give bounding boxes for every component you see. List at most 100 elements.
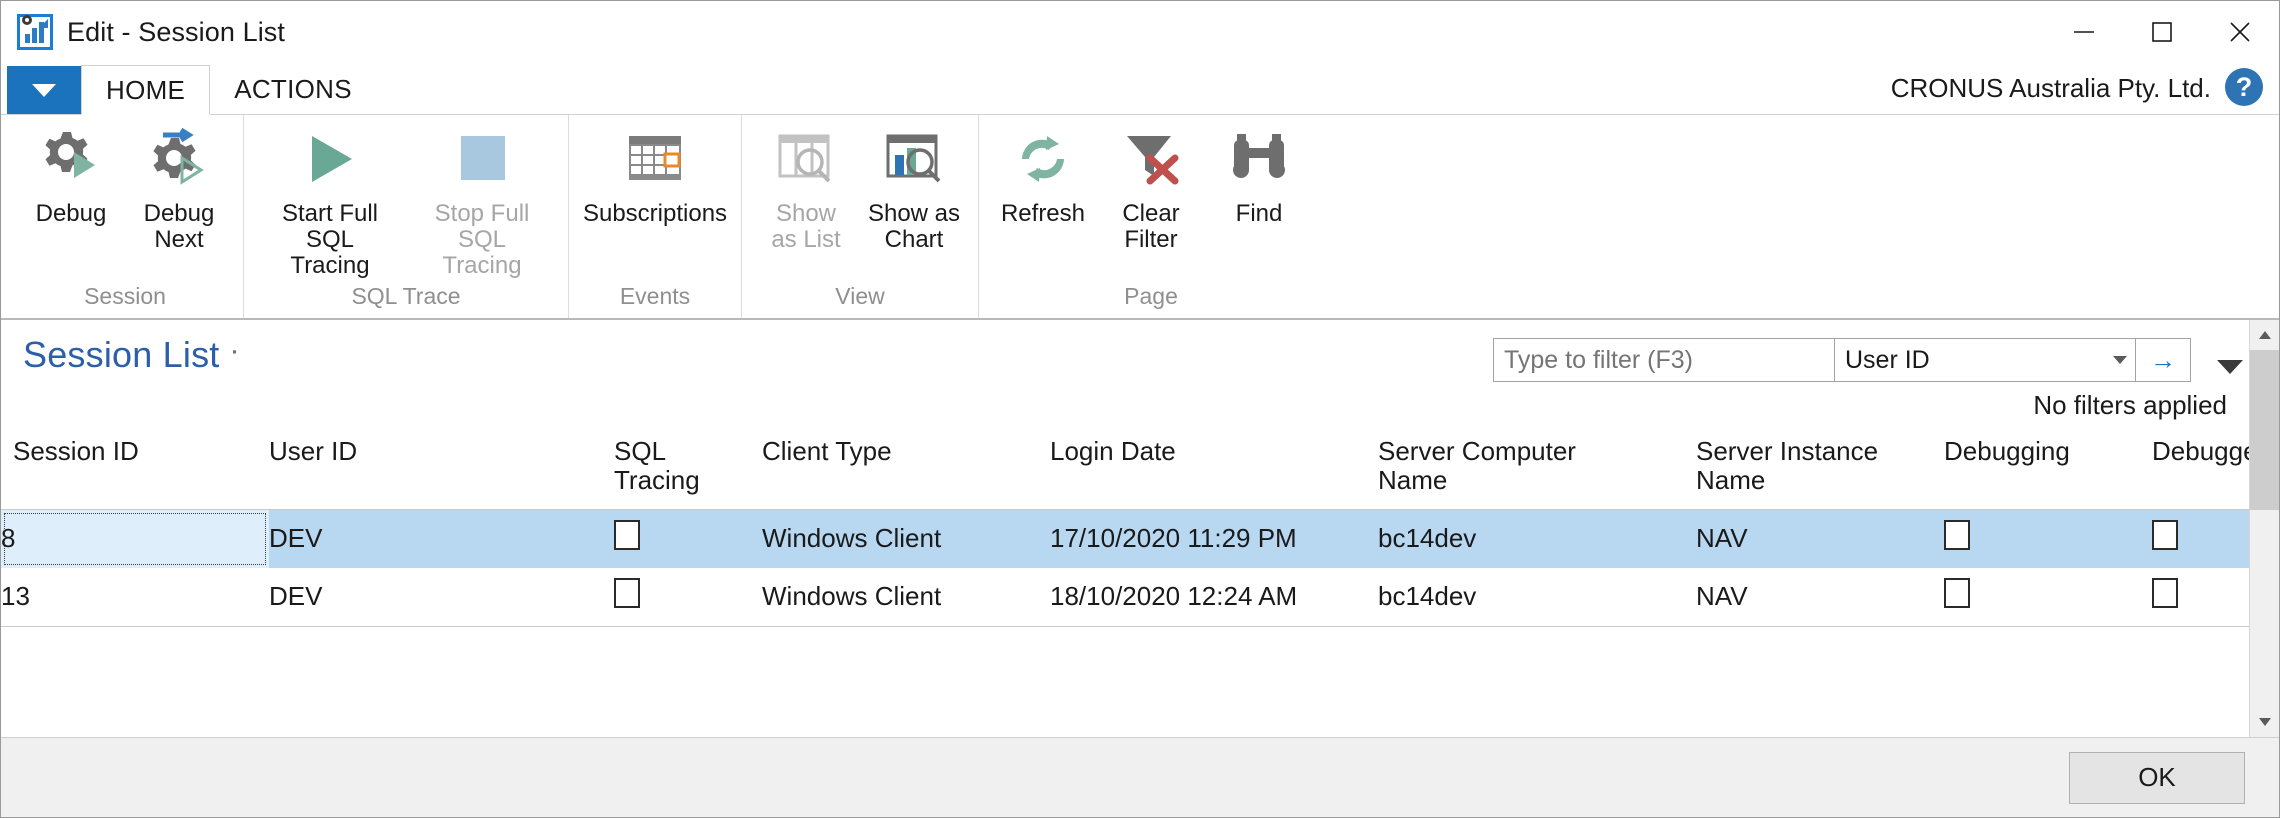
app-icon [17,14,53,50]
cell-sql-tracing[interactable] [614,509,762,568]
debug-label: Debug [35,200,107,227]
sql-tracing-checkbox[interactable] [614,520,640,551]
ribbon-group-view-label: View [835,283,885,309]
cell-user-id[interactable]: DEV [269,568,614,626]
chart-search-icon [880,125,948,193]
cell-session-id[interactable]: 13 [1,568,269,626]
table-row[interactable]: 13 DEV Windows Client 18/10/2020 12:24 A… [1,568,2279,626]
scroll-up-icon[interactable] [2250,320,2279,350]
title-bar: Edit - Session List [1,1,2279,63]
cell-login-date[interactable]: 17/10/2020 11:29 PM [1050,509,1378,568]
session-table: Session ID User ID SQL Tracing Client Typ… [1,436,2279,626]
scroll-down-icon[interactable] [2250,707,2279,737]
cell-login-date[interactable]: 18/10/2020 12:24 AM [1050,568,1378,626]
column-header-session-id[interactable]: Session ID [1,436,269,510]
start-full-sql-tracing-button[interactable]: Start Full SQL Tracing [254,121,406,279]
find-label: Find [1235,200,1283,227]
stop-full-sql-tracing-label: Stop Full SQL Tracing [434,200,530,279]
page-content: Session List · User ID → No filters appl… [1,320,2279,737]
chevron-down-icon [2113,356,2127,364]
column-header-server-instance-name[interactable]: Server Instance Name [1696,436,1944,510]
ribbon-group-session-label: Session [84,283,166,309]
arrow-right-icon[interactable]: → [2136,339,2190,381]
scrollbar-thumb[interactable] [2250,350,2279,510]
column-header-server-computer-name[interactable]: Server Computer Name [1378,436,1696,510]
show-as-list-button: Show as List [752,121,860,253]
cell-client-type[interactable]: Windows Client [762,509,1050,568]
ok-button[interactable]: OK [2069,751,2245,804]
ribbon-group-session: Debug Debug Next Session [7,115,244,318]
column-header-login-date[interactable]: Login Date [1050,436,1378,510]
debug-next-button[interactable]: Debug Next [125,121,233,253]
cell-server-computer-name[interactable]: bc14dev [1378,509,1696,568]
ribbon-group-page-label: Page [1124,283,1178,309]
grid-table-icon [621,125,689,193]
show-as-chart-label: Show as Chart [867,200,961,253]
ribbon-group-sql-trace: Start Full SQL Tracing Stop Full SQL Tra… [244,115,569,318]
subscriptions-label: Subscriptions [582,200,728,227]
close-icon[interactable] [2201,1,2279,63]
page-title: Session List [23,334,220,375]
clear-filter-button[interactable]: Clear Filter [1097,121,1205,253]
ribbon-group-sql-trace-label: SQL Trace [351,283,461,309]
list-search-icon [772,125,840,193]
cell-client-type[interactable]: Windows Client [762,568,1050,626]
cell-server-instance-name[interactable]: NAV [1696,509,1944,568]
window-title: Edit - Session List [67,16,285,47]
debug-button[interactable]: Debug [17,121,125,227]
filter-field-label: User ID [1845,345,1930,374]
subscriptions-button[interactable]: Subscriptions [579,121,731,227]
filter-bar: User ID → [1493,338,2191,382]
debugged-checkbox[interactable] [2152,578,2178,609]
column-header-debugging[interactable]: Debugging [1944,436,2152,510]
cell-user-id[interactable]: DEV [269,509,614,568]
tab-actions-label: ACTIONS [234,73,352,104]
page-header: Session List · User ID → [1,320,2279,396]
cell-debugging[interactable] [1944,509,2152,568]
ribbon: Debug Debug Next Session Start Full SQL … [1,115,2279,320]
session-list-window: Edit - Session List HOME ACTIONS CRONUS … [0,0,2280,818]
column-header-user-id[interactable]: User ID [269,436,614,510]
cell-server-computer-name[interactable]: bc14dev [1378,568,1696,626]
maximize-icon[interactable] [2123,1,2201,63]
chevron-down-icon[interactable] [2217,360,2243,374]
debugged-checkbox[interactable] [2152,520,2178,551]
tab-home[interactable]: HOME [81,65,211,115]
tab-home-label: HOME [106,74,186,105]
start-full-sql-tracing-label: Start Full SQL Tracing [281,200,379,279]
cell-session-id[interactable]: 8 [1,509,269,568]
debugging-checkbox[interactable] [1944,520,1970,551]
ribbon-group-view: Show as List Show as Chart View [742,115,979,318]
gear-play-icon [37,125,105,193]
cell-server-instance-name[interactable]: NAV [1696,568,1944,626]
binoculars-icon [1225,125,1293,193]
minimize-icon[interactable] [2045,1,2123,63]
show-as-chart-button[interactable]: Show as Chart [860,121,968,253]
debug-next-label: Debug Next [143,200,215,253]
ribbon-group-page: Refresh Clear Filter Find Page [979,115,1323,318]
find-button[interactable]: Find [1205,121,1313,227]
help-icon[interactable]: ? [2225,68,2263,106]
vertical-scrollbar[interactable] [2249,320,2279,737]
session-grid: Session ID User ID SQL Tracing Client Typ… [1,436,2279,627]
filter-input[interactable] [1494,339,1834,381]
refresh-button[interactable]: Refresh [989,121,1097,227]
ribbon-tabstrip: HOME ACTIONS CRONUS Australia Pty. Ltd. … [1,63,2279,115]
ribbon-group-events-label: Events [619,283,691,309]
sql-tracing-checkbox[interactable] [614,578,640,609]
application-menu-button[interactable] [7,66,81,114]
play-triangle-icon [296,125,364,193]
company-name: CRONUS Australia Pty. Ltd. [1890,73,2211,103]
stop-full-sql-tracing-button: Stop Full SQL Tracing [406,121,558,279]
cell-sql-tracing[interactable] [614,568,762,626]
debugging-checkbox[interactable] [1944,578,1970,609]
column-header-sql-tracing[interactable]: SQL Tracing [614,436,762,510]
column-header-client-type[interactable]: Client Type [762,436,1050,510]
table-row[interactable]: 8 DEV Windows Client 17/10/2020 11:29 PM… [1,509,2279,568]
tab-actions[interactable]: ACTIONS [210,64,376,114]
show-as-list-label: Show as List [771,200,841,253]
cell-debugging[interactable] [1944,568,2152,626]
filter-field-selector[interactable]: User ID [1835,339,2135,381]
refresh-label: Refresh [1000,200,1086,227]
stop-square-icon [448,125,516,193]
